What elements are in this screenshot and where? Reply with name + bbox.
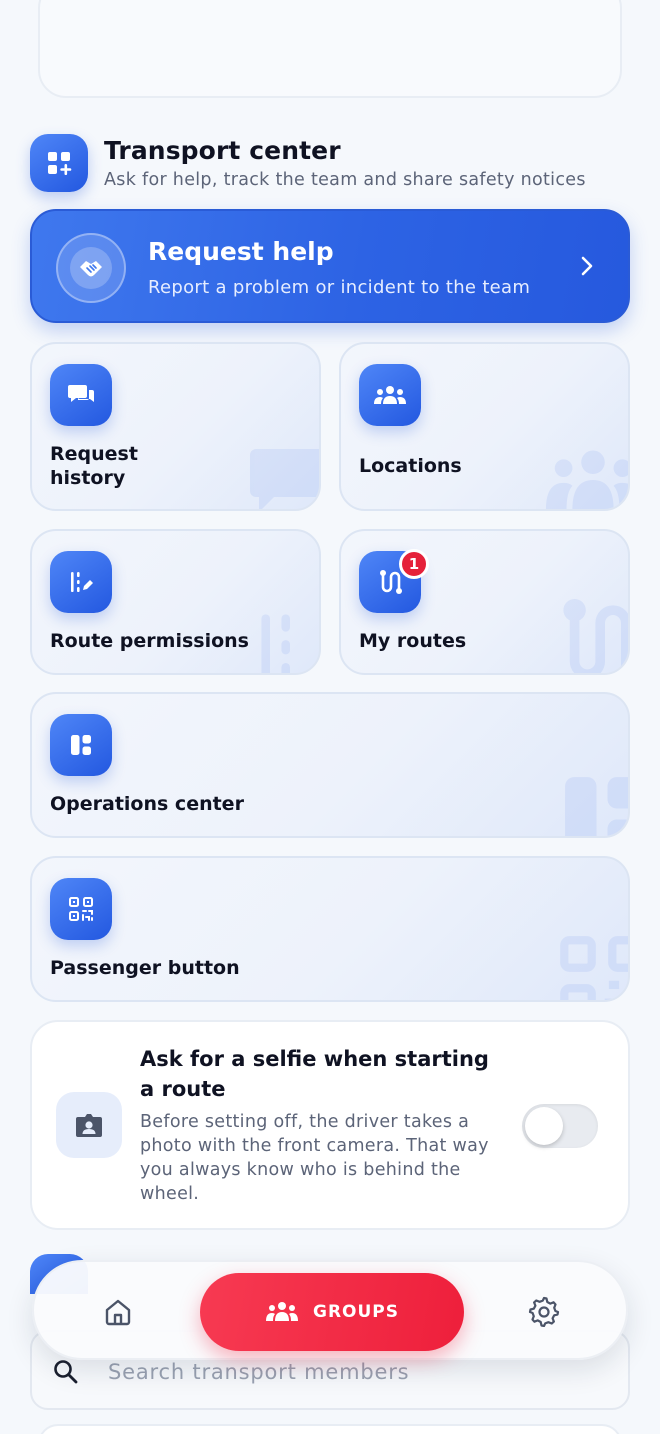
toggle-knob — [525, 1107, 563, 1145]
panels-icon — [50, 714, 112, 776]
chevron-right-icon — [580, 255, 594, 281]
request-help-button[interactable]: Request help Report a problem or inciden… — [30, 209, 630, 323]
notification-badge: 1 — [399, 549, 429, 579]
people-group-icon — [543, 444, 628, 509]
edit-list-icon — [250, 603, 319, 673]
edit-list-icon — [50, 551, 112, 613]
section-title: Transport center — [104, 136, 341, 165]
selfie-description: Before setting off, the driver takes a p… — [140, 1112, 489, 1204]
home-icon[interactable] — [102, 1296, 134, 1332]
tile-label: Operations center — [50, 793, 244, 815]
gear-icon[interactable] — [528, 1295, 560, 1331]
chat-bubbles-icon — [50, 364, 112, 426]
dashboard-plus-icon — [30, 134, 88, 192]
bottom-navigation: GROUPS — [32, 1260, 628, 1360]
tile-operations-center[interactable]: Operations center — [30, 692, 630, 838]
panels-icon — [554, 766, 628, 836]
tile-label: Request history — [50, 443, 138, 489]
groups-tab-label: GROUPS — [312, 1302, 399, 1322]
selfie-title: Ask for a selfie when starting a route — [140, 1047, 489, 1101]
chat-bubbles-icon — [244, 434, 319, 509]
tile-label: Route permissions — [50, 630, 249, 652]
tile-route-permissions[interactable]: Route permissions — [30, 529, 321, 675]
section-subtitle: Ask for help, track the team and share s… — [104, 170, 586, 190]
search-icon — [52, 1358, 80, 1390]
selfie-toggle[interactable] — [522, 1104, 598, 1148]
handshake-icon — [56, 233, 126, 303]
tile-passenger-button[interactable]: Passenger button — [30, 856, 630, 1002]
people-group-icon — [359, 364, 421, 426]
section-header: Transport center Ask for help, track the… — [30, 132, 630, 192]
selfie-setting-card: Ask for a selfie when starting a route B… — [30, 1020, 630, 1230]
tile-label: Passenger button — [50, 957, 240, 979]
tile-label: Locations — [359, 455, 462, 477]
request-help-title: Request help — [148, 237, 334, 266]
previous-card — [38, 0, 622, 98]
request-help-subtitle: Report a problem or incident to the team — [148, 277, 531, 298]
people-group-icon — [265, 1302, 298, 1321]
groups-tab[interactable]: GROUPS — [200, 1273, 464, 1351]
qr-code-icon — [50, 878, 112, 940]
tile-my-routes[interactable]: 1 My routes — [339, 529, 630, 675]
tile-locations[interactable]: Locations — [339, 342, 630, 511]
next-card — [38, 1424, 622, 1434]
tile-request-history[interactable]: Request history — [30, 342, 321, 511]
tile-label: My routes — [359, 630, 467, 652]
id-badge-icon — [56, 1092, 122, 1158]
route-icon — [549, 591, 628, 673]
qr-code-icon — [554, 930, 628, 1000]
